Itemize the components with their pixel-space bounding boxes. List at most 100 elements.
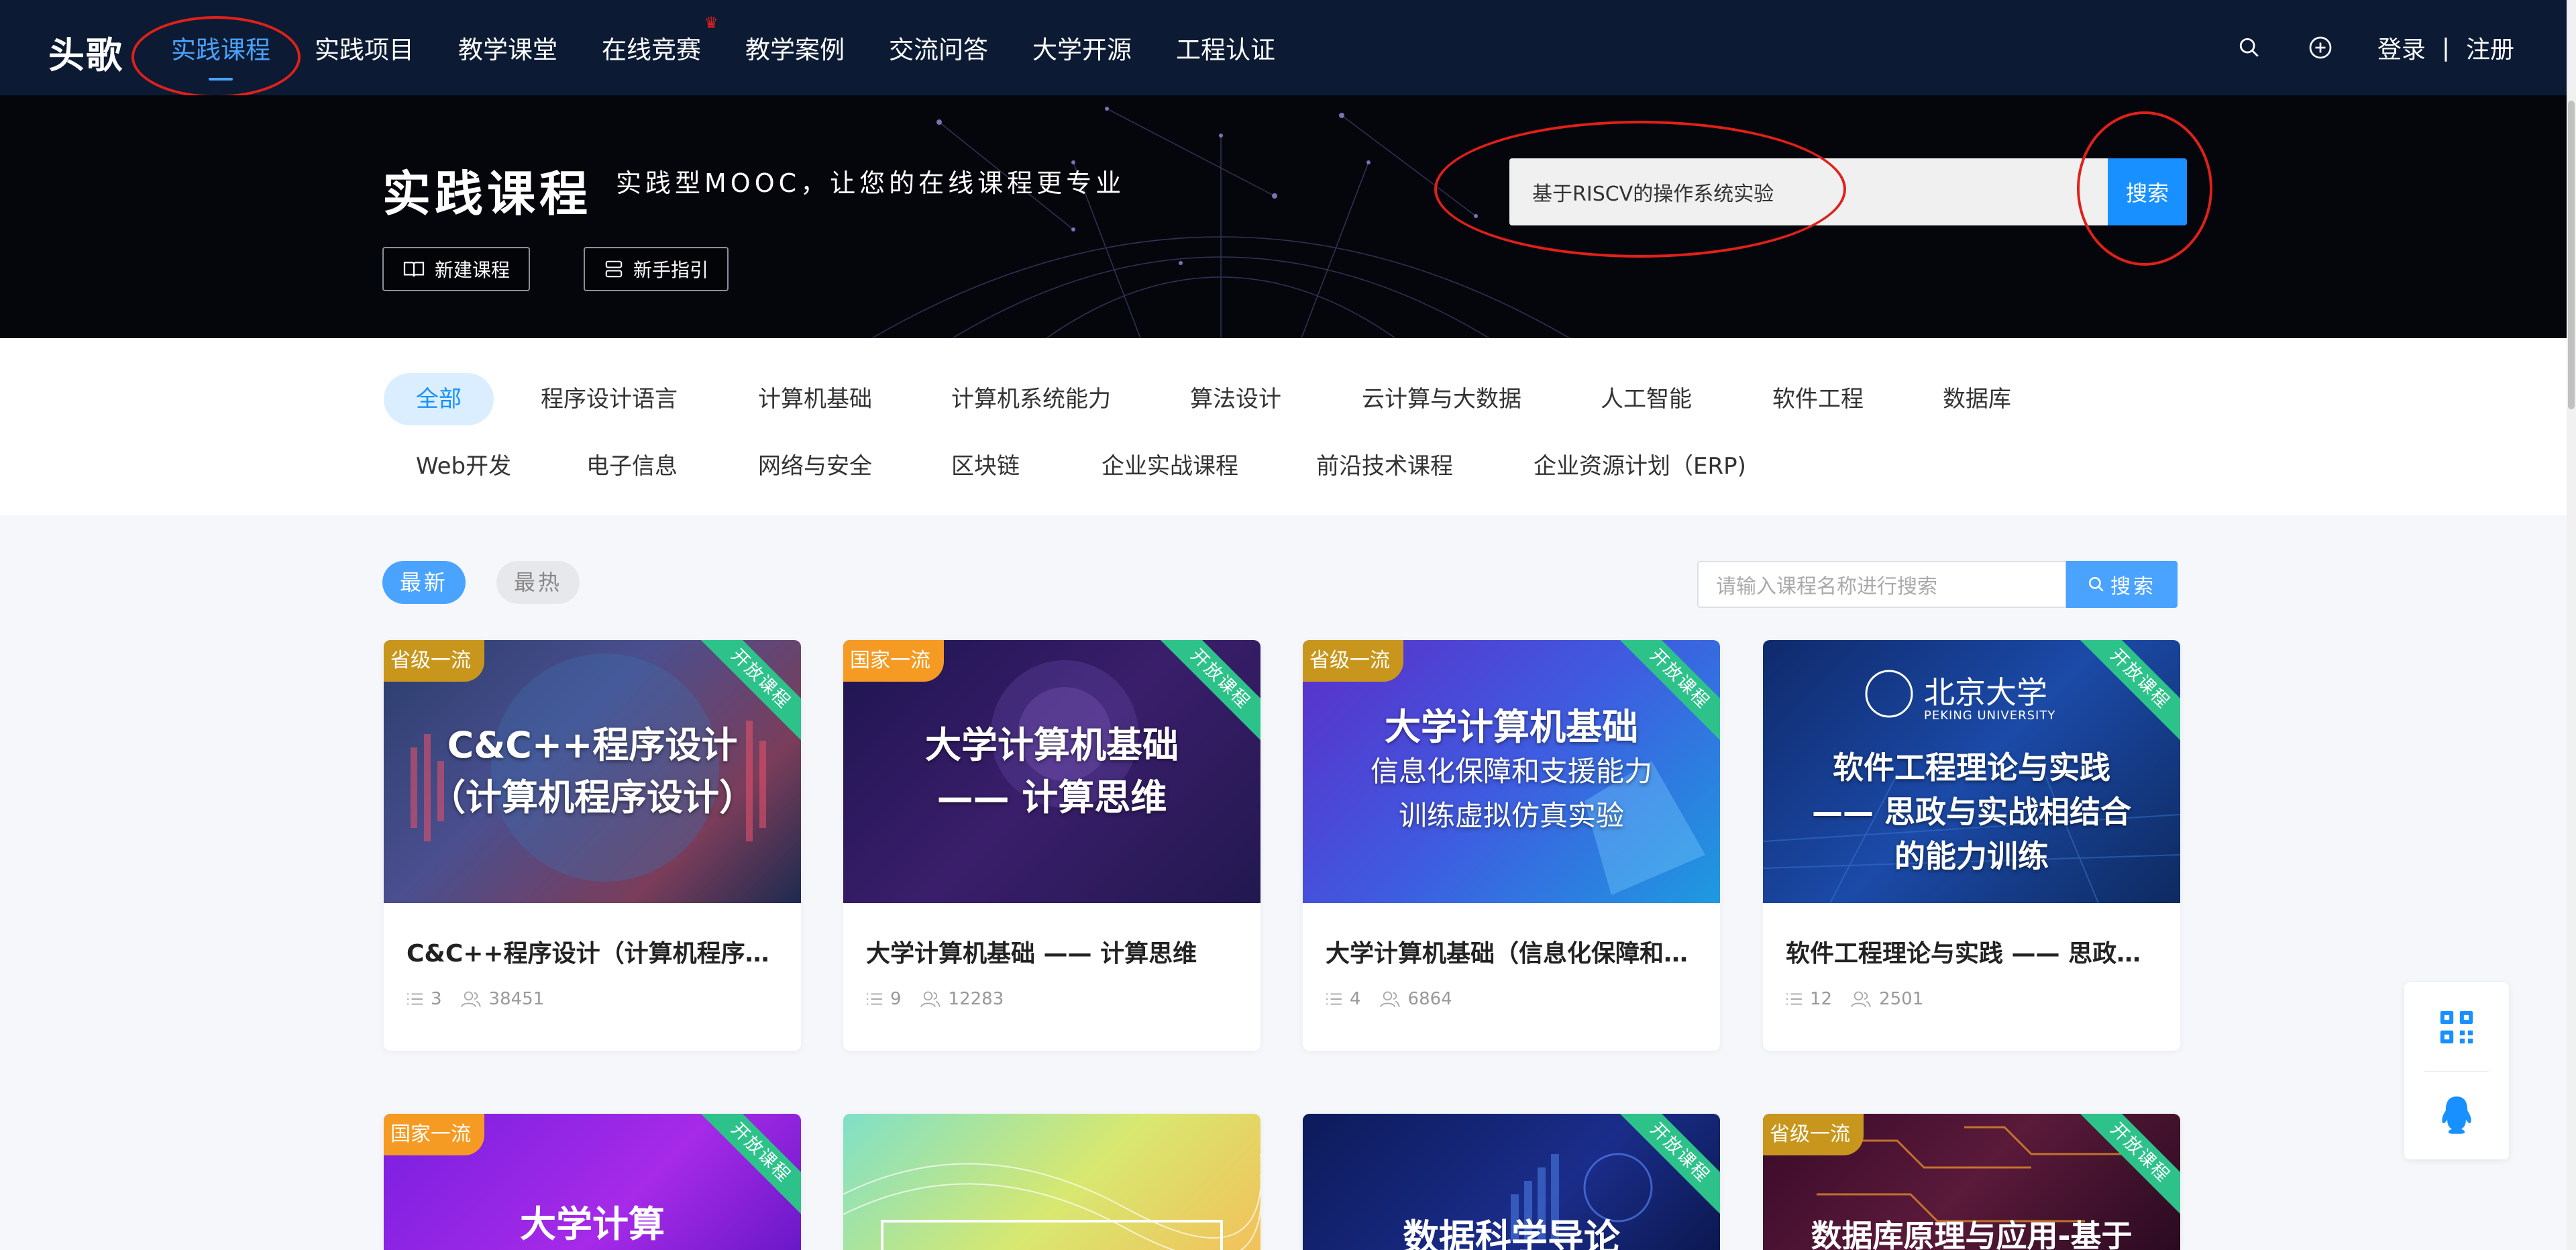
sort-hottest-button[interactable]: 最热 xyxy=(496,561,580,604)
crown-icon: ♛ xyxy=(704,13,718,32)
category-erp[interactable]: 企业资源计划（ERP) xyxy=(1534,440,1746,492)
guide-label: 新手指引 xyxy=(633,259,709,281)
course-title[interactable]: 大学计算机基础 —— 计算思维 xyxy=(866,934,1239,969)
scrollbar-thumb[interactable] xyxy=(2568,101,2575,409)
hero-banner: 实践课程 实践型MOOC，让您的在线课程更专业 新建课程 新手指引 基于RISC… xyxy=(0,95,2576,338)
course-card[interactable]: 北京大学 PEKING UNIVERSITY 软件工程理论与实践 —— 思政与实… xyxy=(1763,640,2180,1051)
course-search-button[interactable]: 搜索 xyxy=(2066,561,2178,608)
category-ai[interactable]: 人工智能 xyxy=(1601,373,1692,425)
card-body: 大学计算机基础（信息化保障和支援能力训练虚拟仿真实验） 4 6864 xyxy=(1303,903,1720,1051)
nav-item-qa[interactable]: 交流问答 xyxy=(889,30,988,66)
cover-line-1: 数据库原理与应用-基于 xyxy=(1811,1218,2133,1250)
new-course-button[interactable]: 新建课程 xyxy=(382,247,531,291)
students-count: 12283 xyxy=(919,989,1004,1009)
users-icon xyxy=(1851,991,1871,1008)
nav-item-teaching-cases[interactable]: 教学案例 xyxy=(745,30,845,66)
badge-national: 国家一流 xyxy=(843,640,944,682)
login-link[interactable]: 登录 xyxy=(2377,30,2426,65)
nav-item-practice-projects[interactable]: 实践项目 xyxy=(315,30,414,66)
qr-code-icon[interactable] xyxy=(2404,1008,2509,1047)
course-card[interactable]: 大学计算机基础 信息化保障和支援能力 训练虚拟仿真实验 省级一流 开放课程 大学… xyxy=(1303,640,1720,1051)
top-navbar: 头歌 实践课程 实践项目 教学课堂 在线竞赛 ♛ 教学案例 交流问答 大学开源 … xyxy=(0,0,2576,95)
nav-item-practice-courses[interactable]: 实践课程 xyxy=(171,30,270,81)
hero-search-input[interactable]: 基于RISCV的操作系统实验 xyxy=(1509,158,2108,225)
guide-icon xyxy=(604,259,624,279)
category-web-dev[interactable]: Web开发 xyxy=(416,440,511,492)
course-card[interactable]: 数据库原理与应用-基于 省级一流 开放课程 xyxy=(1763,1114,2180,1250)
students-count: 2501 xyxy=(1849,989,1923,1009)
cover-line-1: 大学计算机基础 xyxy=(925,724,1179,766)
badge-provincial: 省级一流 xyxy=(1303,640,1403,682)
course-cover: C&C++程序设计 （计算机程序设计） 省级一流 开放课程 xyxy=(384,640,801,903)
category-cloud-bigdata[interactable]: 云计算与大数据 xyxy=(1362,373,1521,425)
floating-contact-panel xyxy=(2404,982,2509,1159)
users-icon xyxy=(460,991,481,1008)
course-search-label: 搜索 xyxy=(2110,575,2156,598)
category-all[interactable]: 全部 xyxy=(384,373,494,425)
nav-item-classroom[interactable]: 教学课堂 xyxy=(458,30,557,66)
course-card[interactable]: C&C++程序设计 （计算机程序设计） 省级一流 开放课程 C&C++程序设计（… xyxy=(384,640,801,1051)
cover-line-2: —— 思政与实战相结合 xyxy=(1811,794,2131,830)
cover-line-1: 大学计算机基础 xyxy=(1385,706,1638,748)
category-computer-systems[interactable]: 计算机系统能力 xyxy=(951,373,1111,425)
add-circle-icon[interactable] xyxy=(2306,34,2334,62)
guide-button[interactable]: 新手指引 xyxy=(584,247,729,291)
category-blockchain[interactable]: 区块链 xyxy=(951,440,1020,492)
students-value: 2501 xyxy=(1879,989,1924,1009)
category-algorithms[interactable]: 算法设计 xyxy=(1190,373,1281,425)
course-card[interactable]: 大学计算机基础 —— 计算思维 国家一流 开放课程 大学计算机基础 —— 计算思… xyxy=(843,640,1260,1051)
nav-item-competitions[interactable]: 在线竞赛 ♛ xyxy=(602,13,718,66)
course-title[interactable]: C&C++程序设计（计算机程序设计） xyxy=(407,934,780,969)
cover-line-2: 信息化保障和支援能力 xyxy=(1370,755,1652,788)
cover-decoration xyxy=(843,1154,1260,1250)
badge-national: 国家一流 xyxy=(384,1114,484,1155)
card-body: C&C++程序设计（计算机程序设计） 3 38451 xyxy=(384,903,801,1051)
students-count: 38451 xyxy=(460,989,545,1009)
new-course-label: 新建课程 xyxy=(435,259,511,281)
category-enterprise[interactable]: 企业实战课程 xyxy=(1102,440,1238,492)
cover-line-1: 数据科学导论 xyxy=(1403,1216,1620,1250)
category-database[interactable]: 数据库 xyxy=(1943,373,2011,425)
university-name: 北京大学 xyxy=(1924,674,2047,711)
course-card[interactable]: 数据科学导论 开放课程 xyxy=(1303,1114,1720,1250)
course-card[interactable] xyxy=(843,1114,1260,1250)
category-computer-basics[interactable]: 计算机基础 xyxy=(758,373,872,425)
course-cover: 数据库原理与应用-基于 省级一流 开放课程 xyxy=(1763,1114,2180,1250)
students-value: 12283 xyxy=(948,989,1004,1009)
chapters-value: 12 xyxy=(1810,989,1833,1009)
course-search-input[interactable]: 请输入课程名称进行搜索 xyxy=(1697,561,2066,608)
search-icon[interactable] xyxy=(2235,34,2263,62)
course-cover xyxy=(843,1114,1260,1250)
course-title[interactable]: 大学计算机基础（信息化保障和支援能力训练虚拟仿真实验） xyxy=(1326,934,1699,969)
hero-search-button[interactable]: 搜索 xyxy=(2108,158,2187,225)
course-card[interactable]: 大学计算 国家一流 开放课程 xyxy=(384,1114,801,1250)
course-title[interactable]: 软件工程理论与实践 —— 思政与实战相结合的能力训练 xyxy=(1786,934,2159,969)
chapters-value: 3 xyxy=(431,989,442,1009)
cover-line-3: 的能力训练 xyxy=(1894,838,2049,874)
hero-subtitle: 实践型MOOC，让您的在线课程更专业 xyxy=(616,168,1126,198)
course-cover: 大学计算机基础 —— 计算思维 国家一流 开放课程 xyxy=(843,640,1260,903)
course-meta: 3 38451 xyxy=(407,989,780,1009)
card-body: 大学计算机基础 —— 计算思维 9 12283 xyxy=(843,903,1260,1051)
search-icon xyxy=(2088,576,2104,592)
register-link[interactable]: 注册 xyxy=(2466,30,2514,65)
list-icon xyxy=(407,993,423,1005)
cover-line-1: 大学计算 xyxy=(520,1203,665,1245)
site-logo[interactable]: 头歌 xyxy=(48,25,123,79)
nav-item-open-source[interactable]: 大学开源 xyxy=(1032,30,1132,66)
students-value: 38451 xyxy=(488,989,545,1009)
category-software-engineering[interactable]: 软件工程 xyxy=(1772,373,1864,425)
category-filter: 全部 程序设计语言 计算机基础 计算机系统能力 算法设计 云计算与大数据 人工智… xyxy=(0,338,2576,515)
qq-penguin-icon[interactable] xyxy=(2404,1095,2509,1135)
category-network-security[interactable]: 网络与安全 xyxy=(758,440,872,492)
sort-latest-button[interactable]: 最新 xyxy=(382,561,466,604)
category-electronics[interactable]: 电子信息 xyxy=(586,440,678,492)
page-scrollbar[interactable] xyxy=(2567,0,2576,1250)
category-frontier-tech[interactable]: 前沿技术课程 xyxy=(1316,440,1453,492)
list-icon xyxy=(1326,993,1342,1005)
category-programming-languages[interactable]: 程序设计语言 xyxy=(541,373,678,425)
cover-line-1: C&C++程序设计 xyxy=(447,724,738,766)
book-icon xyxy=(402,260,425,278)
nav-item-certification[interactable]: 工程认证 xyxy=(1176,30,1275,66)
students-count: 6864 xyxy=(1379,989,1452,1009)
